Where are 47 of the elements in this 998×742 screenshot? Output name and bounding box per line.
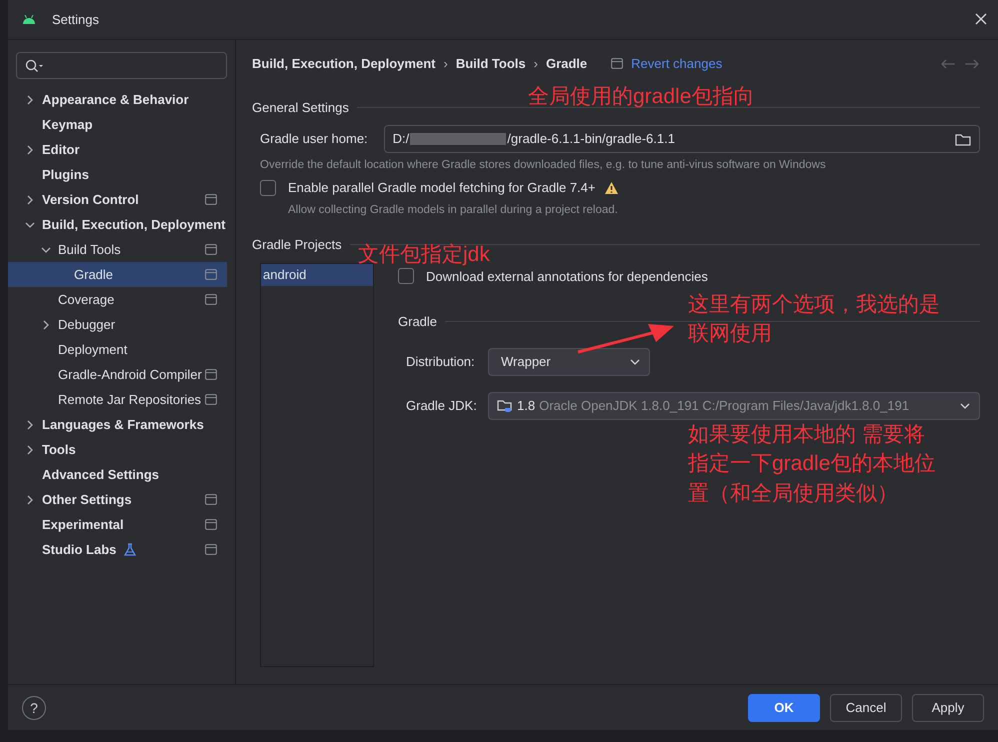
jdk-dropdown[interactable]: 1.8 Oracle OpenJDK 1.8.0_191 C:/Program Files/Java/jdk1.8.0_191 bbox=[488, 392, 980, 420]
revert-changes-link[interactable]: Revert changes bbox=[631, 54, 722, 74]
settings-tree-item[interactable]: Advanced Settings bbox=[8, 462, 227, 487]
settings-tree-item[interactable]: Build Tools bbox=[8, 237, 227, 262]
breadcrumb-item[interactable]: Gradle bbox=[546, 54, 588, 74]
settings-tree-item[interactable]: Appearance & Behavior bbox=[8, 87, 227, 112]
settings-tree-item[interactable]: Keymap bbox=[8, 112, 227, 137]
section-title: Gradle Projects bbox=[252, 236, 342, 254]
hint-text: Allow collecting Gradle models in parallel during a project reload. bbox=[287, 202, 619, 218]
dialog-button[interactable]: Cancel bbox=[830, 694, 902, 722]
settings-tree-item[interactable]: Version Control bbox=[8, 187, 227, 212]
breadcrumb-separator: › bbox=[534, 55, 538, 73]
settings-tree-item[interactable]: Gradle-Android Compiler bbox=[8, 362, 227, 387]
settings-tree-item[interactable]: Debugger bbox=[8, 312, 227, 337]
checkbox-label: Enable parallel Gradle model fetching for Gradle 7.4+ bbox=[288, 179, 596, 198]
section-title: Gradle bbox=[398, 313, 438, 331]
section-title: General Settings bbox=[252, 98, 349, 117]
settings-tree-item[interactable]: Editor bbox=[8, 137, 227, 162]
settings-tree-item[interactable]: Gradle bbox=[8, 262, 227, 287]
distribution-dropdown[interactable]: Wrapper bbox=[488, 348, 650, 376]
field-label: Distribution: bbox=[406, 352, 476, 371]
settings-tree-item[interactable]: Languages & Frameworks bbox=[8, 412, 227, 437]
settings-tree-item[interactable]: Build, Execution, Deployment bbox=[8, 212, 227, 237]
help-button[interactable]: ? bbox=[22, 696, 46, 720]
breadcrumb-separator: › bbox=[443, 55, 448, 73]
dialog-button[interactable]: OK bbox=[748, 694, 820, 722]
settings-tree-item[interactable]: Plugins bbox=[8, 162, 227, 187]
settings-tree-item[interactable]: Tools bbox=[8, 437, 227, 462]
window-title: Settings bbox=[52, 10, 99, 29]
annotation-text: 这里有两个选项，我选的是联网使用 bbox=[688, 292, 941, 348]
settings-tree-item[interactable]: Coverage bbox=[8, 287, 227, 312]
field-label: Gradle JDK: bbox=[406, 396, 478, 415]
breadcrumb-item[interactable]: Build, Execution, Deployment bbox=[252, 54, 436, 74]
settings-tree-item[interactable]: Experimental bbox=[8, 512, 227, 537]
settings-tree-item[interactable]: Studio Labs bbox=[8, 537, 227, 562]
dialog-button[interactable]: Apply bbox=[912, 694, 984, 722]
settings-tree-item[interactable]: Other Settings bbox=[8, 487, 227, 512]
settings-tree-item[interactable]: Deployment bbox=[8, 337, 227, 362]
checkbox-label: Download external annotations for dependencies bbox=[426, 268, 708, 286]
field-label: Gradle user home: bbox=[260, 130, 368, 148]
annotation-text: 如果要使用本地的 需要将指定一下gradle包的本地位置（和全局使用类似） bbox=[688, 422, 936, 507]
annotation-text: 全局使用的gradle包指向 bbox=[528, 84, 756, 110]
path-field[interactable]: D:/ /gradle-6.1.1-bin/gradle-6.1.1 bbox=[384, 125, 980, 153]
settings-tree-item[interactable]: Remote Jar Repositories bbox=[8, 387, 227, 412]
hint-text: Override the default location where Gradle stores downloaded files, e.g. to tune anti-virus software on Windows bbox=[259, 158, 827, 173]
breadcrumb-item[interactable]: Build Tools bbox=[456, 54, 526, 74]
project-item[interactable]: android bbox=[261, 264, 373, 286]
